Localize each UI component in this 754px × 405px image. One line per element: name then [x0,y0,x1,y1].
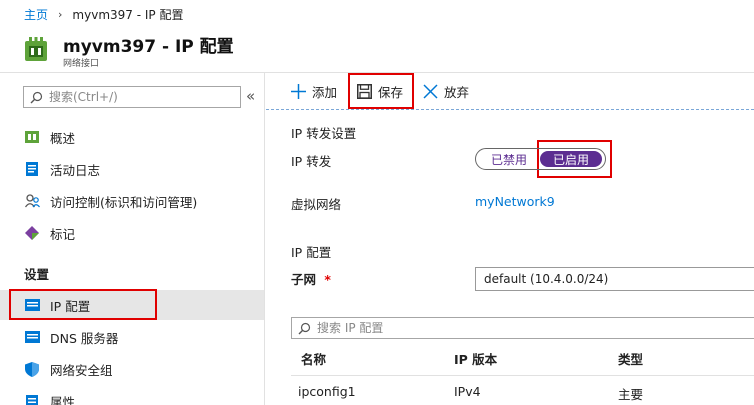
access-control-icon [24,193,40,209]
sidebar-search-input[interactable] [49,90,229,104]
save-button-label: 保存 [378,84,404,100]
sidebar-item-label: 网络安全组 [50,362,113,378]
dns-icon [24,329,40,345]
sidebar-item-tags[interactable]: 标记 [0,218,264,248]
sidebar-item-label: DNS 服务器 [50,330,119,346]
ip-forwarding-toggle[interactable]: 已禁用 已启用 [475,148,606,170]
sidebar-item-label: 访问控制(标识和访问管理) [50,194,198,210]
forwarding-section-title: IP 转发设置 [291,126,357,141]
sidebar-item-overview[interactable]: 概述 [0,122,264,152]
subnet-select-value: default (10.4.0.0/24) [484,272,609,286]
sidebar-item-label: 属性 [50,394,76,405]
ip-forwarding-label: IP 转发 [291,154,332,169]
table-cell-name[interactable]: ipconfig1 [298,384,356,399]
sidebar: « 概述 活动日志 访问控制(标识和访问管理) 标记 设置 IP 配置 [0,73,265,405]
table-cell-ip-version: IPv4 [454,384,481,399]
sidebar-item-label: 概述 [50,130,76,146]
command-toolbar: 添加 保存 放弃 [266,73,754,109]
page-subtitle: 网络接口 [63,59,100,69]
sidebar-item-properties[interactable]: 属性 [0,386,264,405]
add-button[interactable]: 添加 [291,73,337,109]
close-icon [423,83,438,99]
vnet-link[interactable]: myNetwork9 [475,194,555,209]
save-button[interactable]: 保存 [357,73,403,109]
add-button-label: 添加 [312,84,338,100]
sidebar-item-access-control[interactable]: 访问控制(标识和访问管理) [0,186,264,216]
main-content: IP 转发设置 IP 转发 已禁用 已启用 虚拟网络 myNetwork9 IP… [266,110,754,405]
table-cell-type: 主要 [618,387,644,402]
breadcrumb-current: myvm397 - IP 配置 [72,7,184,22]
tag-icon [24,225,40,241]
ip-config-section-title: IP 配置 [291,245,332,260]
save-icon [357,83,372,99]
column-header-type[interactable]: 类型 [618,349,643,368]
chevron-right-icon: › [58,7,63,21]
collapse-sidebar-icon[interactable]: « [246,87,255,105]
plus-icon [291,83,306,99]
column-header-name[interactable]: 名称 [301,349,326,368]
sidebar-section-settings: 设置 [24,267,50,282]
page-title: myvm397 - IP 配置 [63,37,234,57]
table-header-divider [291,375,754,376]
page-header: myvm397 - IP 配置 网络接口 [0,28,754,72]
required-marker: * [324,272,331,287]
ip-config-search [291,317,754,339]
subnet-select[interactable]: default (10.4.0.0/24) [475,267,754,291]
overview-icon [24,129,40,145]
properties-icon [24,393,40,405]
search-icon [30,91,43,103]
search-icon [298,322,311,334]
breadcrumb: 主页 › myvm397 - IP 配置 [0,0,754,28]
discard-button-label: 放弃 [444,84,470,100]
ip-config-search-input[interactable] [317,321,717,335]
nsg-icon [24,361,40,377]
network-interface-icon [25,37,47,61]
sidebar-item-label: IP 配置 [50,298,91,314]
sidebar-search [23,86,241,108]
sidebar-item-label: 活动日志 [50,162,101,178]
sidebar-item-dns-servers[interactable]: DNS 服务器 [0,322,264,352]
sidebar-item-activity-log[interactable]: 活动日志 [0,154,264,184]
toggle-disabled-option[interactable]: 已禁用 [478,151,540,167]
toggle-enabled-option[interactable]: 已启用 [540,151,602,167]
sidebar-item-label: 标记 [50,226,76,242]
vnet-label: 虚拟网络 [291,197,342,212]
subnet-label-text: 子网 [291,272,317,287]
subnet-label: 子网 * [291,269,331,288]
sidebar-item-ip-config[interactable]: IP 配置 [0,290,264,320]
breadcrumb-home-link[interactable]: 主页 [24,6,48,23]
activity-log-icon [24,161,40,177]
discard-button[interactable]: 放弃 [423,73,469,109]
sidebar-item-network-security-group[interactable]: 网络安全组 [0,354,264,384]
column-header-ip-version[interactable]: IP 版本 [454,349,497,368]
ip-config-icon [24,297,40,313]
